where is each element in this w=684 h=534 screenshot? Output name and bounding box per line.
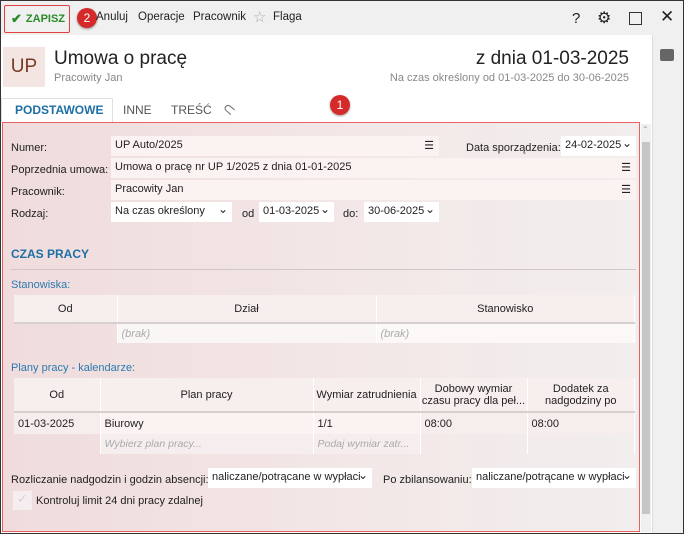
- tab-tresc[interactable]: TREŚĆ: [171, 103, 212, 117]
- tab-inne[interactable]: INNE: [123, 103, 152, 117]
- star-icon[interactable]: ☆: [253, 8, 266, 26]
- previous-contract-field[interactable]: Umowa o pracę nr UP 1/2025 z dnia 01-01-…: [111, 158, 636, 178]
- number-label: Numer:: [11, 142, 48, 154]
- employee-menu[interactable]: Pracownik: [193, 11, 246, 23]
- to-date-picker[interactable]: 30-06-2025: [364, 202, 439, 222]
- tab-bar: PODSTAWOWE INNE TREŚĆ ⊂ 1: [1, 95, 651, 122]
- scroll-up-icon[interactable]: ⌃: [642, 125, 649, 134]
- work-plans-table: Od Plan pracy Wymiar zatrudnienia Dobowy wy…: [14, 378, 635, 454]
- placeholder-cell[interactable]: (brak): [117, 323, 377, 343]
- col-header[interactable]: Wymiar zatrudnienia: [313, 378, 421, 413]
- employee-name: Pracowity Jan: [54, 72, 123, 84]
- right-sidebar: [652, 35, 683, 533]
- positions-table: Od Dział Stanowisko (brak) (brak): [14, 295, 635, 343]
- col-header[interactable]: Dobowy wymiar czasu pracy dla peł...: [420, 378, 528, 413]
- placeholder-cell[interactable]: (brak): [376, 323, 635, 343]
- overtime-label: Rozliczanie nadgodzin i godzin absencji:: [11, 474, 209, 486]
- cancel-button[interactable]: Anuluj: [96, 11, 128, 23]
- paperclip-icon[interactable]: ⊂: [219, 98, 240, 120]
- step-badge-1: 1: [330, 95, 350, 115]
- toolbar: ✔ ZAPISZ 2 Anuluj Operacje Pracownik ☆ Fl…: [1, 1, 683, 35]
- comment-icon[interactable]: [660, 49, 674, 61]
- to-label: do:: [343, 208, 359, 220]
- section-title: CZAS PRACY: [11, 247, 90, 261]
- help-button[interactable]: ?: [572, 10, 580, 27]
- balance-select[interactable]: naliczane/potrącane w wypłaci: [472, 468, 636, 488]
- step-badge-2: 2: [77, 8, 97, 28]
- page-title: Umowa o pracę: [54, 48, 188, 69]
- document-date: z dnia 01-03-2025: [475, 48, 629, 69]
- number-field[interactable]: UP Auto/2025 ☰: [111, 136, 439, 156]
- document-header: UP Umowa o pracę Pracowity Jan z dnia 01…: [1, 35, 651, 99]
- from-label: od: [242, 208, 255, 220]
- date-picker[interactable]: 24-02-2025: [561, 136, 636, 156]
- work-plans-label: Plany pracy - kalendarze:: [11, 362, 136, 374]
- menu-icon[interactable]: ☰: [424, 139, 434, 152]
- col-header[interactable]: Stanowisko: [376, 295, 635, 324]
- new-row[interactable]: Wybierz plan pracy... Podaj wymiar zatr..…: [14, 434, 635, 454]
- col-header[interactable]: Od: [14, 295, 118, 324]
- date-label: Data sporządzenia:: [466, 142, 561, 154]
- remote-limit-label: Kontroluj limit 24 dni pracy zdalnej: [36, 495, 203, 507]
- doc-type-avatar: UP: [3, 47, 45, 87]
- menu-icon[interactable]: ☰: [621, 183, 631, 196]
- save-button[interactable]: ✔ ZAPISZ: [4, 5, 70, 33]
- cell[interactable]: Biurowy: [100, 412, 314, 434]
- col-header[interactable]: Dział: [117, 295, 377, 324]
- cell: 08:00: [420, 412, 528, 434]
- col-header[interactable]: Dodatek za nadgodziny po: [527, 378, 635, 413]
- col-header[interactable]: Plan pracy: [100, 378, 314, 413]
- menu-icon[interactable]: ☰: [621, 161, 631, 174]
- positions-label: Stanowiska:: [11, 279, 71, 291]
- placeholder-cell[interactable]: Wybierz plan pracy...: [100, 434, 314, 454]
- cell[interactable]: 1/1: [313, 412, 421, 434]
- previous-contract-label: Poprzednia umowa:: [11, 164, 109, 176]
- type-label: Rodzaj:: [11, 208, 49, 220]
- maximize-icon[interactable]: [629, 12, 642, 25]
- placeholder-cell[interactable]: Podaj wymiar zatr...: [313, 434, 421, 454]
- from-date-picker[interactable]: 01-03-2025: [259, 202, 334, 222]
- overtime-select[interactable]: naliczane/potrącane w wypłaci: [208, 468, 372, 488]
- remote-limit-checkbox[interactable]: ✓: [13, 491, 32, 510]
- col-header[interactable]: Od: [14, 378, 101, 413]
- cell: 01-03-2025: [14, 412, 101, 434]
- check-icon: ✔: [11, 11, 22, 26]
- operations-menu[interactable]: Operacje: [138, 11, 185, 23]
- cell: 08:00: [527, 412, 635, 434]
- employee-field[interactable]: Pracowity Jan ☰: [111, 180, 636, 200]
- divider: [11, 269, 636, 270]
- tab-podstawowe[interactable]: PODSTAWOWE: [15, 103, 103, 117]
- contract-period: Na czas określony od 01-03-2025 do 30-06…: [389, 72, 629, 84]
- balance-label: Po zbilansowaniu:: [383, 474, 472, 486]
- gear-icon[interactable]: ⚙: [597, 8, 611, 28]
- scrollbar-thumb[interactable]: [642, 142, 650, 514]
- close-icon[interactable]: ✕: [660, 7, 674, 27]
- table-row[interactable]: 01-03-2025 Biurowy 1/1 08:00 08:00: [14, 412, 635, 434]
- form-content: Numer: UP Auto/2025 ☰ Data sporządzenia: …: [2, 122, 640, 532]
- employee-label: Pracownik:: [11, 186, 65, 198]
- flag-button[interactable]: Flaga: [273, 11, 302, 23]
- table-row[interactable]: (brak) (brak): [14, 323, 635, 343]
- type-select[interactable]: Na czas określony: [111, 202, 232, 222]
